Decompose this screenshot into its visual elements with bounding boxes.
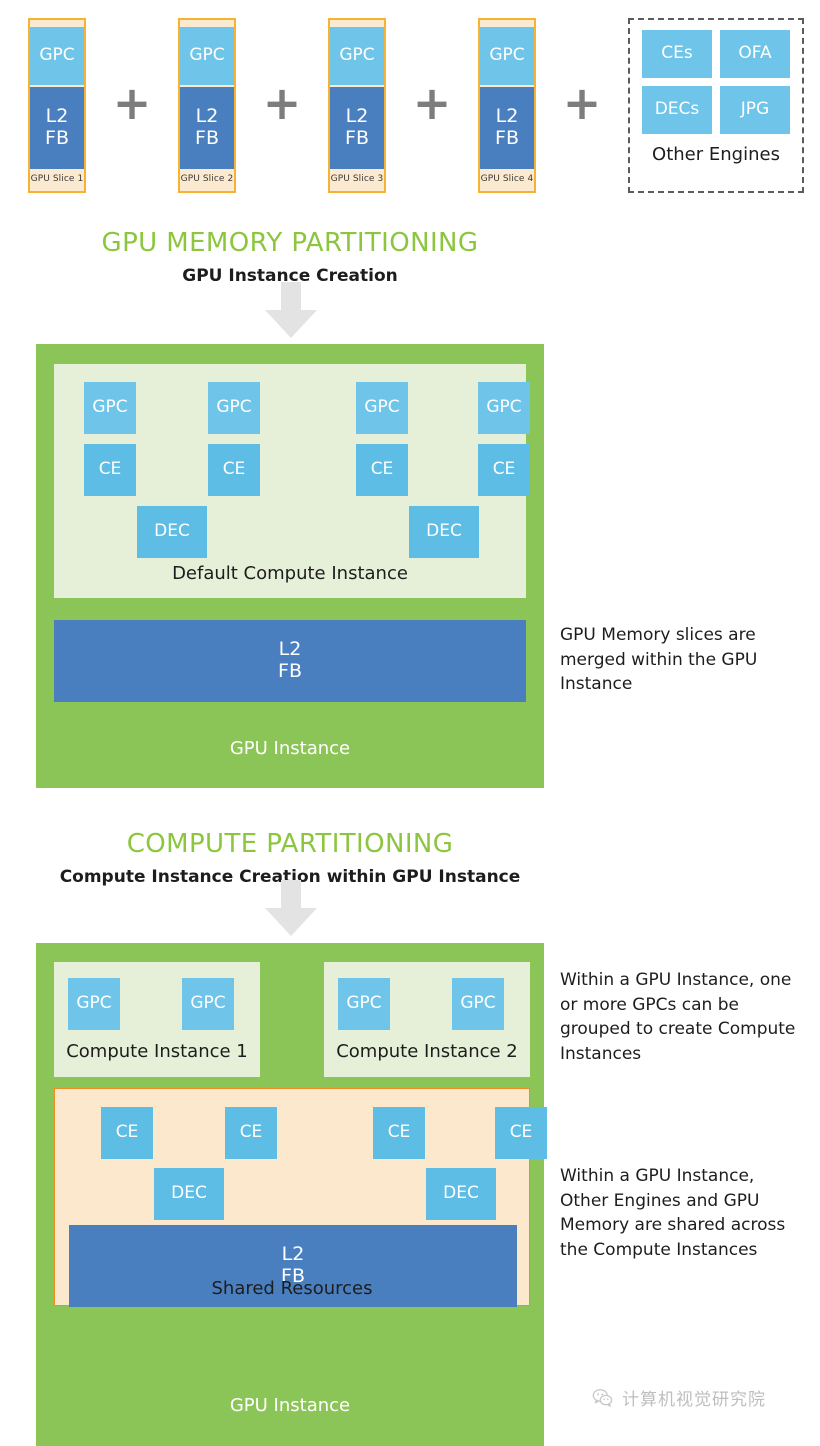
gpu-slice-4: GPC L2 FB GPU Slice 4 — [478, 18, 536, 193]
plus-icon: + — [412, 76, 452, 130]
default-compute-instance-label: Default Compute Instance — [172, 563, 408, 584]
l2-label: L2 — [45, 105, 69, 128]
gpu-instance-label: GPU Instance — [229, 738, 351, 759]
fb-label: FB — [45, 127, 69, 149]
plus-icon: + — [112, 76, 152, 130]
dec-block: DEC — [154, 1168, 224, 1220]
shared-engines-note: Within a GPU Instance, Other Engines and… — [560, 1166, 786, 1260]
gpu-instance-label: GPU Instance — [229, 1395, 351, 1416]
l2-label: L2 — [495, 105, 519, 128]
ce-block: CE — [478, 444, 530, 496]
ce-block: CE — [208, 444, 260, 496]
fb-label: FB — [195, 127, 219, 149]
ce-block: CE — [225, 1107, 277, 1159]
l2-label: L2 — [345, 105, 369, 128]
gpc-block: GPC — [30, 27, 84, 85]
gpu-instance-panel: GPC GPC GPC GPC CE CE CE CE DEC DEC Defa… — [36, 344, 544, 788]
default-compute-instance: GPC GPC GPC GPC CE CE CE CE DEC DEC Defa… — [54, 364, 530, 598]
section-title: COMPUTE PARTITIONING — [126, 829, 454, 859]
wechat-icon — [592, 1387, 614, 1409]
gpu-slices-row: GPC L2 FB GPU Slice 1 + GPC L2 FB GPU Sl… — [28, 18, 804, 193]
gpc-block: GPC — [208, 382, 260, 434]
l2-fb-block: L2 FB — [330, 87, 384, 169]
engine-jpg: JPG — [720, 86, 790, 134]
gpc-block: GPC — [338, 978, 390, 1030]
gpc-block: GPC — [182, 978, 234, 1030]
l2-fb-block: L2 FB — [480, 87, 534, 169]
other-engines-grid: CEs OFA DECs JPG — [642, 30, 790, 134]
plus-icon: + — [562, 76, 602, 130]
gpc-block: GPC — [452, 978, 504, 1030]
l2-fb-memory-block: L2 FB — [54, 620, 526, 702]
gpu-slice-label: GPU Slice 4 — [480, 174, 534, 184]
gpu-slice-3: GPC L2 FB GPU Slice 3 — [328, 18, 386, 193]
l2-fb-block: L2 FB — [30, 87, 84, 169]
l2-label: L2 — [278, 638, 302, 661]
gpu-memory-merge-note: GPU Memory slices are merged within the … — [560, 625, 758, 695]
gpc-block: GPC — [356, 382, 408, 434]
engine-decs: DECs — [642, 86, 712, 134]
compute-instance-1: GPC GPC Compute Instance 1 — [54, 962, 260, 1077]
gpc-block: GPC — [84, 382, 136, 434]
gpc-block: GPC — [480, 27, 534, 85]
dec-block: DEC — [409, 506, 479, 558]
gpc-block: GPC — [180, 27, 234, 85]
watermark-text: 计算机视觉研究院 — [622, 1390, 766, 1410]
watermark: 计算机视觉研究院 — [592, 1385, 766, 1410]
gpu-slice-2: GPC L2 FB GPU Slice 2 — [178, 18, 236, 193]
gpu-slice-label: GPU Slice 3 — [330, 174, 384, 184]
compute-instance-2: GPC GPC Compute Instance 2 — [324, 962, 530, 1077]
l2-label: L2 — [195, 105, 219, 128]
engine-ces: CEs — [642, 30, 712, 78]
shared-resources-box: CE CE CE CE DEC DEC L2 FB — [54, 1088, 547, 1307]
l2-label: L2 — [281, 1243, 305, 1266]
compute-instance-grouping-note: Within a GPU Instance, one or more GPCs … — [560, 970, 796, 1064]
ce-block: CE — [495, 1107, 547, 1159]
dec-block: DEC — [137, 506, 207, 558]
engine-ofa: OFA — [720, 30, 790, 78]
mig-partitioning-diagram: GPC L2 FB GPU Slice 1 + GPC L2 FB GPU Sl… — [0, 0, 820, 1446]
gpc-block: GPC — [330, 27, 384, 85]
arrow-down-icon — [261, 880, 321, 938]
ce-block: CE — [84, 444, 136, 496]
gpc-block: GPC — [68, 978, 120, 1030]
section-title: GPU MEMORY PARTITIONING — [101, 228, 479, 258]
ce-block: CE — [356, 444, 408, 496]
arrow-down-icon — [261, 282, 321, 340]
plus-icon: + — [262, 76, 302, 130]
compute-instance-1-label: Compute Instance 1 — [66, 1041, 248, 1062]
gpc-block: GPC — [478, 382, 530, 434]
gpu-slice-label: GPU Slice 1 — [30, 174, 84, 184]
dec-block: DEC — [426, 1168, 496, 1220]
ce-block: CE — [373, 1107, 425, 1159]
shared-resources-label: Shared Resources — [211, 1278, 373, 1299]
other-engines-label: Other Engines — [652, 144, 780, 165]
gpu-slice-label: GPU Slice 2 — [180, 174, 234, 184]
fb-label: FB — [278, 660, 302, 682]
ce-block: CE — [101, 1107, 153, 1159]
gpu-slice-1: GPC L2 FB GPU Slice 1 — [28, 18, 86, 193]
fb-label: FB — [495, 127, 519, 149]
other-engines-box: CEs OFA DECs JPG Other Engines — [628, 18, 804, 193]
compute-instance-2-label: Compute Instance 2 — [336, 1041, 518, 1062]
fb-label: FB — [345, 127, 369, 149]
l2-fb-block: L2 FB — [180, 87, 234, 169]
compute-partition-gpu-instance-panel: GPC GPC Compute Instance 1 GPC GPC Compu… — [36, 943, 547, 1446]
